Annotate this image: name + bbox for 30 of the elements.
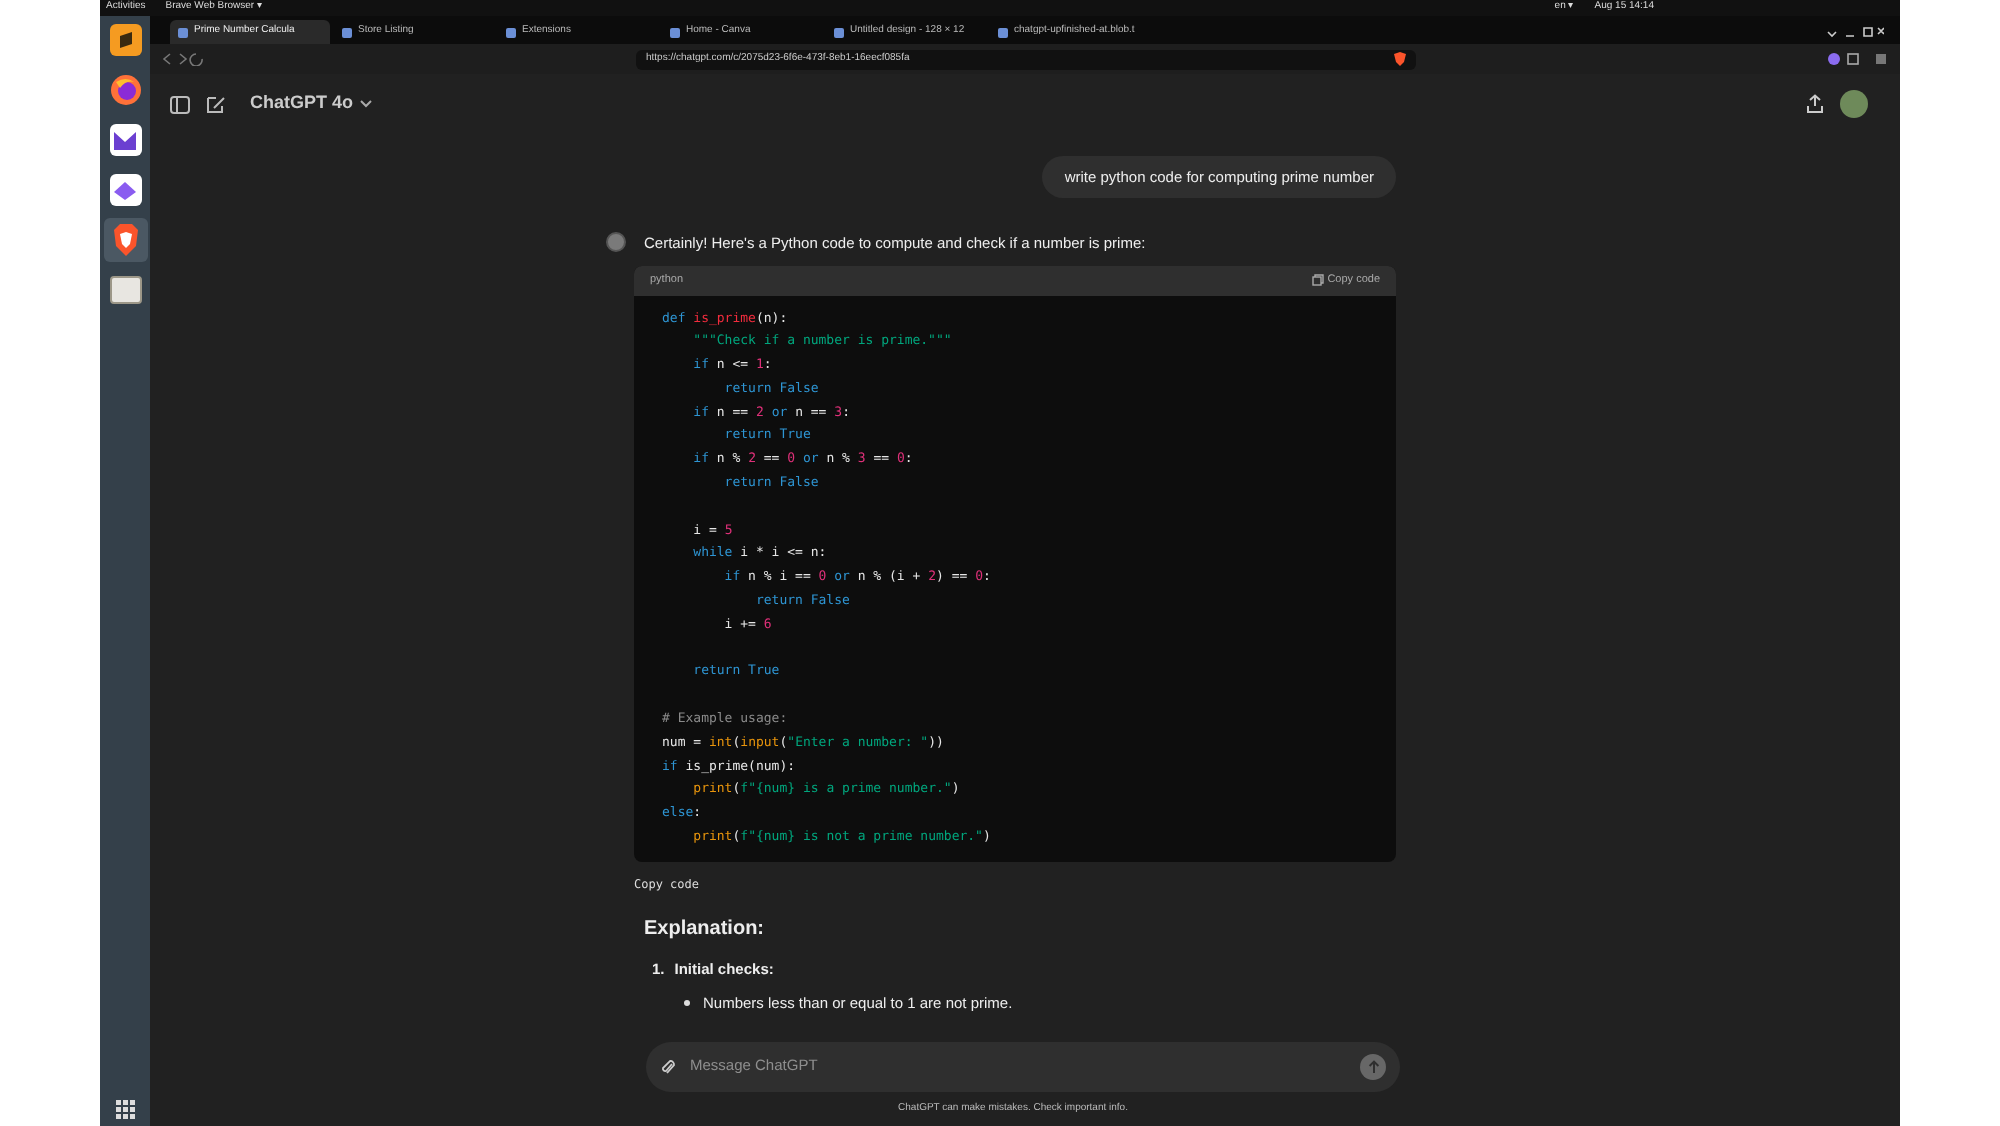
send-button[interactable] xyxy=(1360,1053,1386,1079)
lion-shield-icon[interactable] xyxy=(111,224,139,256)
favicon-icon xyxy=(998,27,1008,37)
sidebar-icon[interactable] xyxy=(170,95,190,113)
favicon-icon xyxy=(670,27,680,37)
extensions-icon[interactable] xyxy=(1828,52,1888,66)
model-selector[interactable]: ChatGPT 4o xyxy=(250,90,372,118)
copy-icon xyxy=(1311,274,1324,286)
favicon-icon xyxy=(342,27,352,37)
editor-icon[interactable] xyxy=(109,24,141,56)
folder-icon[interactable] xyxy=(109,276,141,304)
share-icon[interactable] xyxy=(1806,94,1824,114)
app-grid-icon[interactable] xyxy=(115,1100,135,1120)
avatar[interactable] xyxy=(1840,90,1868,118)
navigation-icon[interactable] xyxy=(162,52,206,66)
section-heading: Explanation: xyxy=(644,915,767,944)
bullet-icon xyxy=(684,1000,689,1006)
window-controls-icon[interactable] xyxy=(1824,24,1884,40)
favicon-icon xyxy=(834,27,844,37)
mail-icon[interactable] xyxy=(109,124,141,156)
cloud-icon[interactable] xyxy=(109,174,141,206)
chevron-icon xyxy=(359,100,372,108)
browser-icon[interactable] xyxy=(109,74,141,106)
shield-icon[interactable] xyxy=(1394,52,1406,66)
edit-icon[interactable] xyxy=(206,95,226,113)
arrow-up-icon xyxy=(1367,1059,1379,1073)
assistant-avatar xyxy=(606,232,626,253)
favicon-icon xyxy=(506,27,516,37)
paperclip-icon[interactable] xyxy=(660,1057,676,1075)
favicon-icon xyxy=(178,27,188,37)
